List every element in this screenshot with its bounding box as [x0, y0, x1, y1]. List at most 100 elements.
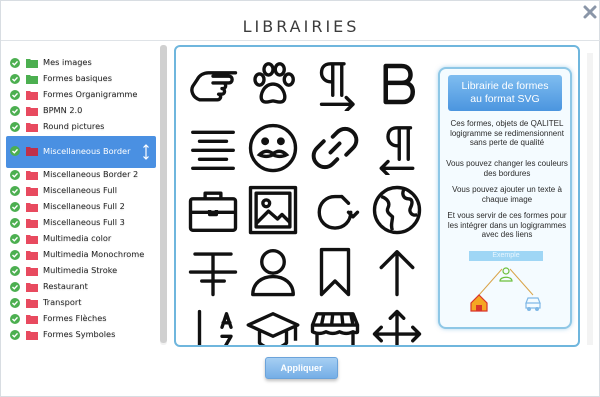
pilcrow-arrow-left-icon[interactable]	[370, 121, 424, 175]
bookmark-icon[interactable]	[308, 245, 362, 299]
folder-icon	[26, 203, 38, 212]
strikethrough-icon[interactable]	[186, 245, 240, 299]
library-list: Mes images Formes basiques Formes Organigr…	[6, 47, 167, 345]
check-icon	[10, 186, 20, 196]
dialog-title: LIBRAIRIES	[242, 17, 360, 36]
align-center-icon[interactable]	[186, 121, 240, 175]
sidebar-item[interactable]: Formes basiques	[6, 72, 158, 87]
sidebar-item-label: Formes Organigramme	[43, 89, 138, 99]
check-icon	[10, 330, 20, 340]
resize-handle-icon[interactable]	[142, 143, 150, 161]
check-icon	[10, 266, 20, 276]
info-paragraph-4: Et vous servir de ces formes pour les in…	[447, 211, 567, 239]
sidebar-item-label: Transport	[43, 297, 82, 307]
sidebar-item-label: Multimedia Stroke	[43, 265, 118, 275]
briefcase-icon[interactable]	[186, 183, 240, 237]
sidebar-item[interactable]: Multimedia Monochrome	[6, 248, 158, 263]
check-icon	[10, 58, 20, 68]
paw-icon[interactable]	[246, 57, 300, 111]
pilcrow-arrow-right-icon[interactable]	[308, 57, 362, 111]
folder-icon	[26, 235, 38, 244]
close-icon[interactable]	[582, 4, 598, 20]
sidebar-item-label: Multimedia Monochrome	[43, 249, 145, 259]
check-icon	[10, 90, 20, 100]
sidebar-item-label: Miscellaneous Full	[43, 185, 118, 195]
sidebar-item[interactable]: Formes Symboles	[6, 328, 158, 343]
folder-icon	[26, 219, 38, 228]
sidebar-item-label: Miscellaneous Full 2	[43, 201, 125, 211]
sidebar-item[interactable]: Round pictures	[6, 120, 158, 135]
title-divider	[1, 40, 600, 41]
sidebar-item-label: Mes images	[43, 57, 92, 67]
move-arrows-icon[interactable]	[370, 307, 424, 347]
folder-icon	[26, 267, 38, 276]
info-paragraph-2: Vous pouvez changer les couleurs des bor…	[446, 159, 568, 178]
folder-icon	[26, 187, 38, 196]
check-icon	[10, 234, 20, 244]
library-dialog: LIBRAIRIES Mes images Formes basiques Form…	[0, 0, 600, 397]
info-paragraph-1: Ces formes, objets de QALITEL logigramme…	[450, 119, 564, 147]
sidebar-item-label: Formes Flèches	[43, 313, 107, 323]
apply-button[interactable]: Appliquer	[265, 357, 338, 379]
folder-icon	[26, 91, 38, 100]
mustache-smile-icon[interactable]	[246, 121, 300, 175]
sidebar-item[interactable]: Miscellaneous Border	[6, 136, 156, 168]
graduation-cap-icon[interactable]	[246, 307, 300, 347]
sidebar-item-label: Formes basiques	[43, 73, 112, 83]
check-icon	[10, 146, 20, 156]
sort-az-icon[interactable]	[186, 307, 240, 347]
check-icon	[10, 170, 20, 180]
sidebar-item-label: Miscellaneous Full 3	[43, 217, 125, 227]
folder-icon	[26, 315, 38, 324]
info-heading-line2: au format SVG	[470, 93, 540, 105]
sidebar-item[interactable]: Mes images	[6, 56, 158, 71]
check-icon	[10, 282, 20, 292]
library-list-scroll-thumb[interactable]	[160, 45, 167, 343]
sidebar-item-label: Round pictures	[43, 121, 105, 131]
link-icon[interactable]	[308, 121, 362, 175]
sidebar-item[interactable]: Transport	[6, 296, 158, 311]
bold-icon[interactable]	[370, 57, 424, 111]
user-icon[interactable]	[246, 245, 300, 299]
sidebar-item[interactable]: Multimedia color	[6, 232, 158, 247]
sidebar-item[interactable]: BPMN 2.0	[6, 104, 158, 119]
folder-icon	[26, 123, 38, 132]
sidebar-item[interactable]: Miscellaneous Full 3	[6, 216, 158, 231]
folder-icon	[26, 75, 38, 84]
hand-pointing-left-icon[interactable]	[186, 57, 240, 111]
check-icon	[10, 106, 20, 116]
folder-icon	[26, 299, 38, 308]
arrow-up-icon[interactable]	[370, 245, 424, 299]
folder-icon	[26, 147, 38, 156]
store-icon[interactable]	[308, 307, 362, 347]
info-heading-line1: Librairie de formes	[461, 80, 549, 92]
image-icon[interactable]	[246, 183, 300, 237]
rotate-clockwise-icon[interactable]	[308, 183, 362, 237]
sidebar-item[interactable]: Restaurant	[6, 280, 158, 295]
sidebar-item[interactable]: Miscellaneous Full 2	[6, 200, 158, 215]
sidebar-item[interactable]: Miscellaneous Border 2	[6, 168, 158, 183]
sidebar-item-label: Miscellaneous Border	[43, 146, 131, 156]
check-icon	[10, 250, 20, 260]
check-icon	[10, 314, 20, 324]
sidebar-item-label: BPMN 2.0	[43, 105, 83, 115]
sidebar-item[interactable]: Multimedia Stroke	[6, 264, 158, 279]
sidebar-item[interactable]: Formes Flèches	[6, 312, 158, 327]
example-label: Exemple	[469, 251, 543, 261]
check-icon	[10, 122, 20, 132]
sidebar-item-label: Miscellaneous Border 2	[43, 169, 139, 179]
sidebar-item[interactable]: Formes Organigramme	[6, 88, 158, 103]
library-list-scrollbar[interactable]	[160, 45, 167, 345]
sidebar-item[interactable]: Miscellaneous Full	[6, 184, 158, 199]
folder-icon	[26, 107, 38, 116]
sidebar-item-label: Multimedia color	[43, 233, 112, 243]
info-panel: Librairie de formes au format SVG Ces fo…	[438, 67, 572, 329]
gallery-scrollbar[interactable]	[587, 53, 593, 345]
info-paragraph-3: Vous pouvez ajouter un texte à chaque im…	[452, 185, 562, 204]
info-heading: Librairie de formes au format SVG	[448, 75, 562, 111]
folder-icon	[26, 283, 38, 292]
check-icon	[10, 218, 20, 228]
check-icon	[10, 202, 20, 212]
folder-icon	[26, 331, 38, 340]
globe-icon[interactable]	[370, 183, 424, 237]
